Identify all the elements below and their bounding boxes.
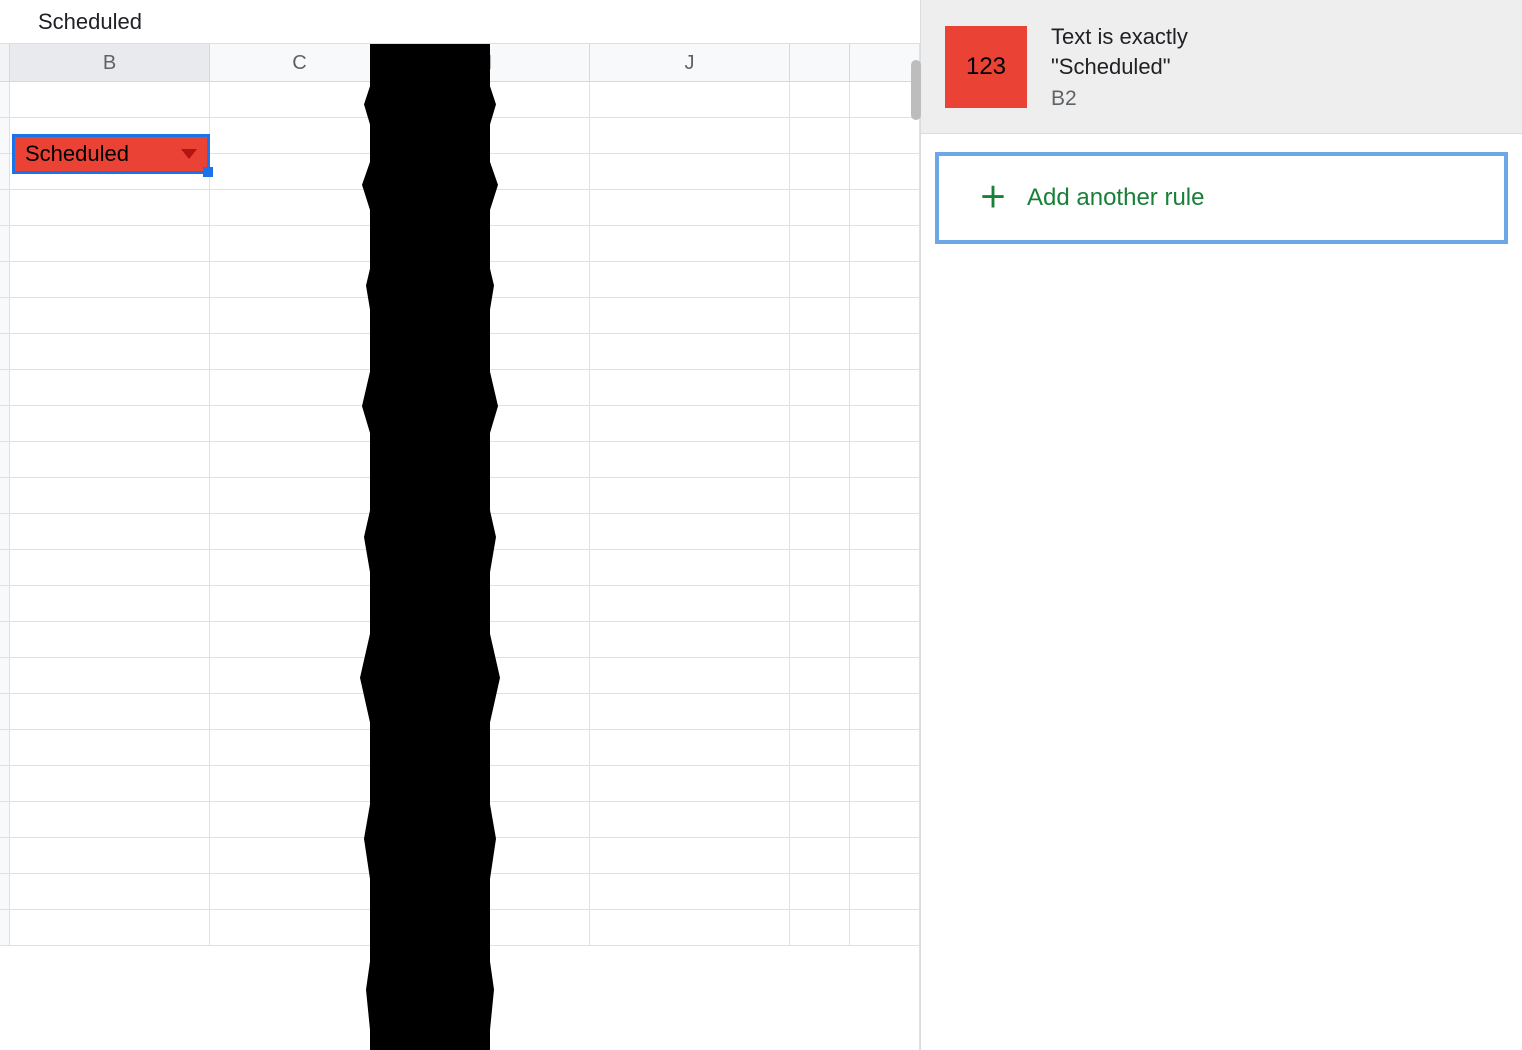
format-rule-item[interactable]: 123 Text is exactly "Scheduled" B2 [921,0,1522,134]
spreadsheet-main: Scheduled B C I J [0,0,920,1050]
conditional-format-sidepanel: 123 Text is exactly "Scheduled" B2 ＋ Add… [920,0,1522,1050]
column-header-B[interactable]: B [10,44,210,81]
rule-condition-line2: "Scheduled" [1051,52,1498,82]
chevron-down-icon[interactable] [181,149,197,159]
rule-range: B2 [1051,87,1498,111]
selection-handle[interactable] [203,167,213,177]
scrollbar-thumb[interactable] [911,60,921,120]
add-another-rule-button[interactable]: ＋ Add another rule [935,152,1508,244]
plus-icon: ＋ [979,184,1007,212]
spreadsheet-grid[interactable]: B C I J [0,44,920,1050]
rule-preview-swatch: 123 [945,26,1027,108]
active-cell-dropdown[interactable]: Scheduled [12,134,210,174]
formula-bar-text: Scheduled [38,9,142,35]
add-rule-label: Add another rule [1027,184,1204,212]
column-header-next[interactable] [790,44,850,81]
column-header-J[interactable]: J [590,44,790,81]
rule-condition-line1: Text is exactly [1051,22,1498,52]
corner-cell[interactable] [0,44,10,81]
torn-overlay [370,44,490,1050]
rule-text: Text is exactly "Scheduled" B2 [1051,22,1498,111]
active-cell-value: Scheduled [25,141,181,167]
formula-bar[interactable]: Scheduled [0,0,920,44]
